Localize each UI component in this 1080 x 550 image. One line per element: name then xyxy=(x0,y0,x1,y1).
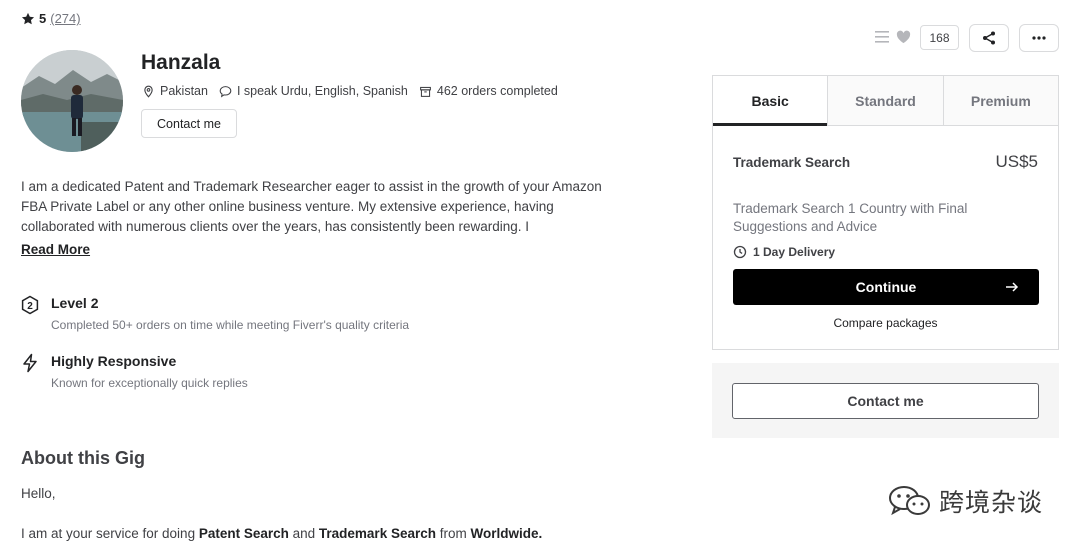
avatar-photo xyxy=(21,50,123,152)
level-title: Level 2 xyxy=(51,295,99,311)
lightning-icon xyxy=(23,353,37,373)
level-badge-icon: 2 xyxy=(21,295,39,315)
contact-me-button[interactable]: Contact me xyxy=(141,109,237,138)
languages-item: I speak Urdu, English, Spanish xyxy=(219,84,408,98)
package-price: US$5 xyxy=(995,152,1038,171)
service-patent: Patent Search xyxy=(198,526,289,541)
seller-description: I am a dedicated Patent and Trademark Re… xyxy=(21,179,602,234)
location-pin-icon xyxy=(144,85,153,98)
service-trademark: Trademark Search xyxy=(318,526,436,541)
avatar[interactable] xyxy=(21,50,123,152)
rating-summary: 5 (274) xyxy=(21,11,81,26)
contact-panel: Contact me xyxy=(712,363,1059,438)
contact-me-large-button[interactable]: Contact me xyxy=(732,383,1039,419)
delivery-text: 1 Day Delivery xyxy=(753,245,836,259)
service-from: from xyxy=(435,526,471,541)
heart-icon[interactable] xyxy=(896,30,911,44)
tab-premium[interactable]: Premium xyxy=(943,76,1058,125)
continue-label: Continue xyxy=(855,279,917,295)
box-icon xyxy=(419,86,431,97)
like-count: 168 xyxy=(920,25,959,50)
clock-icon xyxy=(733,245,747,259)
location-text: Pakistan xyxy=(160,84,208,98)
package-tabs: Basic Standard Premium xyxy=(713,76,1058,126)
continue-button[interactable]: Continue xyxy=(733,269,1039,305)
more-options-button[interactable] xyxy=(1019,24,1059,52)
package-title: Trademark Search xyxy=(733,155,851,170)
tab-basic[interactable]: Basic xyxy=(713,76,829,126)
responsive-badge: Highly Responsive Known for exceptionall… xyxy=(20,353,248,390)
about-hello: Hello, xyxy=(21,486,56,501)
tab-standard[interactable]: Standard xyxy=(828,76,944,125)
rating-score: 5 xyxy=(39,11,47,26)
responsive-title: Highly Responsive xyxy=(51,353,177,369)
compare-packages-link[interactable]: Compare packages xyxy=(713,316,1058,330)
languages-text: I speak Urdu, English, Spanish xyxy=(236,84,408,98)
seller-meta: Pakistan I speak Urdu, English, Spanish … xyxy=(142,84,569,98)
package-panel: Basic Standard Premium Trademark Search … xyxy=(712,75,1059,350)
orders-text: 462 orders completed xyxy=(436,84,558,98)
share-button[interactable] xyxy=(969,24,1009,52)
ellipsis-icon xyxy=(1032,36,1046,40)
rating-count-link[interactable]: (274) xyxy=(50,11,80,26)
level-subtitle: Completed 50+ orders on time while meeti… xyxy=(51,318,410,332)
level-badge: 2 Level 2 Completed 50+ orders on time w… xyxy=(20,295,409,332)
about-gig-heading: About this Gig xyxy=(21,448,145,468)
location-item: Pakistan xyxy=(142,84,208,98)
service-worldwide: Worldwide. xyxy=(470,526,543,541)
watermark-text: 跨境杂谈 xyxy=(939,488,1044,517)
orders-item: 462 orders completed xyxy=(419,84,558,98)
service-prefix: I am at your service for doing xyxy=(21,526,199,541)
service-and: and xyxy=(288,526,319,541)
wechat-watermark: 跨境杂谈 xyxy=(887,483,1043,519)
star-icon xyxy=(21,12,35,24)
wechat-icon xyxy=(889,486,930,516)
delivery-info: 1 Day Delivery xyxy=(733,245,835,259)
speech-bubble-icon xyxy=(219,85,232,97)
share-icon xyxy=(983,31,995,45)
package-description: Trademark Search 1 Country with Final Su… xyxy=(733,201,968,234)
seller-name[interactable]: Hanzala xyxy=(141,51,220,75)
responsive-subtitle: Known for exceptionally quick replies xyxy=(51,376,248,390)
svg-text:2: 2 xyxy=(27,301,33,312)
read-more-link[interactable]: Read More xyxy=(21,242,90,257)
arrow-right-icon xyxy=(1006,282,1019,292)
about-service-line: I am at your service for doing Patent Se… xyxy=(21,526,542,541)
list-icon[interactable] xyxy=(875,31,889,43)
